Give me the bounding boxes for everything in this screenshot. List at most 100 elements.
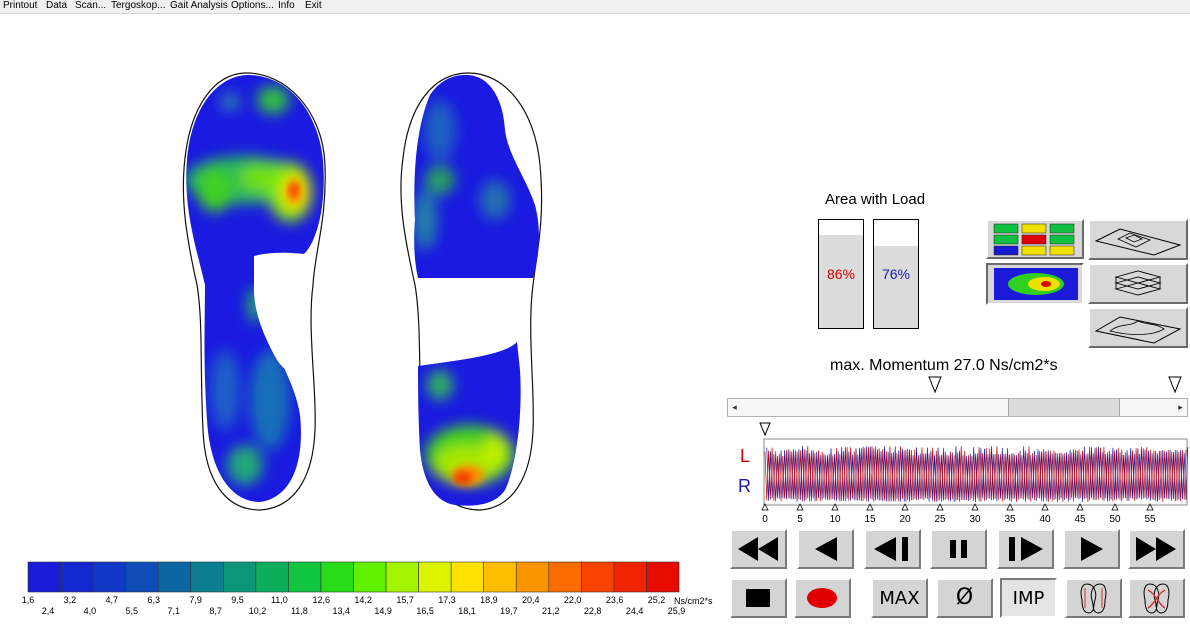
right-trace-label: R [738,476,751,496]
scale-tick-label: 22,8 [584,606,602,616]
record-button[interactable] [794,578,851,618]
scale-color-boxes [27,561,680,593]
scale-tick-label: 19,7 [500,606,518,616]
scale-color-box [223,561,257,593]
max-button[interactable]: MAX [871,578,928,618]
play-icon [1081,537,1103,561]
time-tick-label: 35 [1004,514,1016,525]
scale-color-box [646,561,680,593]
scale-color-box [483,561,517,593]
frame-forward-icon [1009,537,1043,561]
scale-tick-label: 23,6 [606,595,624,605]
feet-outline-button[interactable] [1065,578,1122,618]
scale-tick-label: 6,3 [147,595,160,605]
menu-exit[interactable]: Exit [305,0,322,12]
time-tick-label: 40 [1039,514,1051,525]
scale-color-box [418,561,452,593]
frame-back-icon [874,537,908,561]
3d-flat-view-icon [1094,228,1182,256]
scale-labels-row1: 1,6 3,2 4,7 6,3 7,9 9,5 11,0 12,6 14,2 15,7 17,3 18… [22,595,666,605]
menu-scan[interactable]: Scan... [75,0,106,12]
time-tick-label: 5 [797,514,803,525]
3d-surface-view-icon [1094,316,1182,344]
scale-color-box [60,561,94,593]
heatmap-view-icon [994,268,1078,300]
scale-tick-label: 15,7 [396,595,414,605]
3d-surface-view-button[interactable] [1088,307,1188,348]
scroll-right-arrow[interactable]: ▸ [1174,399,1187,416]
range-end-marker-icon[interactable] [1168,376,1182,394]
frame-back-button[interactable] [864,529,921,569]
gait-force-graph: L R 0 5 10 15 20 25 30 35 40 45 50 55 [738,422,1189,525]
play-button[interactable] [1063,529,1120,569]
scale-tick-label: 14,9 [374,606,392,616]
scale-color-box [190,561,224,593]
menu-info[interactable]: Info [278,0,295,12]
scale-tick-label: 17,3 [438,595,456,605]
step-back-icon [815,537,837,561]
scale-color-box [92,561,126,593]
scale-color-box [27,561,61,593]
scale-tick-label: 21,2 [542,606,560,616]
heatmap-view-button[interactable] [986,263,1084,305]
imp-button[interactable]: IMP [1000,578,1057,618]
scale-tick-label: 11,8 [291,606,308,616]
menu-printout[interactable]: Printout [3,0,37,12]
scale-color-box [613,561,647,593]
average-button[interactable]: Ø [936,578,993,618]
graph-cursor-icon[interactable] [759,422,771,437]
time-tick-label: 55 [1144,514,1156,525]
scale-tick-label: 20,4 [522,595,540,605]
fast-forward-button[interactable] [1128,529,1185,569]
grid-view-button[interactable] [986,219,1084,259]
time-tick-label: 20 [899,514,911,525]
rewind-icon [738,537,778,561]
time-tick-label: 15 [864,514,876,525]
stop-button[interactable] [730,578,787,618]
range-start-marker-icon[interactable] [928,376,942,394]
menu-options[interactable]: Options... [231,0,274,12]
scale-color-box [581,561,615,593]
feet-cop-icon [1143,583,1170,614]
time-tick-label: 0 [762,514,768,525]
time-axis: 0 5 10 15 20 25 30 35 40 45 50 55 [761,503,1156,525]
scale-color-box [353,561,387,593]
scale-color-box [450,561,484,593]
scale-tick-label: 7,9 [189,595,202,605]
left-trace-label: L [740,446,750,466]
average-button-label: Ø [955,585,974,610]
right-load-fill [874,245,918,328]
time-tick-label: 30 [969,514,981,525]
timeline-scrollbar[interactable]: ◂ ▸ [727,398,1188,417]
3d-flat-view-button[interactable] [1088,219,1188,260]
scale-tick-label: 25,9 [668,606,686,616]
fast-forward-icon [1136,537,1176,561]
scale-color-box [548,561,582,593]
frame-forward-button[interactable] [997,529,1054,569]
menu-data[interactable]: Data [46,0,67,12]
3d-layered-view-button[interactable] [1088,263,1188,304]
feet-outline-icon [1080,583,1107,614]
area-with-load-title: Area with Load [825,191,926,208]
scale-labels-row2: 2,4 4,0 5,5 7,1 8,7 10,2 11,8 13,4 14,9 16,5 18,1 1… [42,606,686,616]
menu-tergoskop[interactable]: Tergoskop... [111,0,165,12]
left-load-percent: 86% [826,266,856,282]
stop-icon [746,589,770,607]
scale-color-box [515,561,550,593]
menu-gait-analysis[interactable]: Gait Analysis [170,0,228,12]
step-back-button[interactable] [797,529,854,569]
time-tick-label: 45 [1074,514,1086,525]
scroll-left-arrow[interactable]: ◂ [728,399,741,416]
time-tick-label: 10 [829,514,841,525]
pause-button[interactable] [930,529,987,569]
scale-tick-label: 4,0 [84,606,97,616]
scale-tick-label: 7,1 [167,606,180,616]
scroll-thumb[interactable] [1008,399,1120,416]
feet-cop-button[interactable] [1128,578,1185,618]
scale-tick-label: 16,5 [416,606,434,616]
rewind-button[interactable] [730,529,787,569]
scale-tick-label: 10,2 [249,606,267,616]
scale-tick-label: 11,0 [271,595,288,605]
pressure-color-scale: 1,6 3,2 4,7 6,3 7,9 9,5 11,0 12,6 14,2 15,7 17,3 18… [22,561,713,616]
right-load-bar: 76% [873,219,919,329]
